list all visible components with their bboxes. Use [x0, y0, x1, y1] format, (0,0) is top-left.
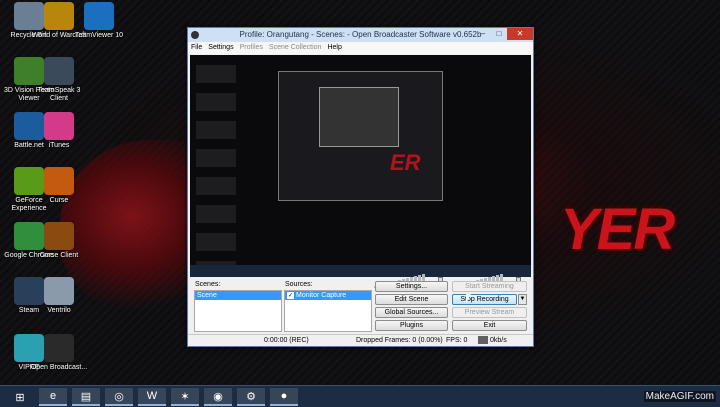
preview-stream-button[interactable]: Preview Stream: [452, 307, 527, 318]
status-bar: 0:00:00 (REC) Dropped Frames: 0 (0.00%) …: [188, 334, 533, 346]
preview-desktop-icons: [196, 65, 236, 265]
desktop: YER Recycle Bin World of Warcraft TeamView…: [0, 0, 720, 385]
steam-icon[interactable]: ◉: [204, 388, 232, 406]
global-sources-button[interactable]: Global Sources...: [375, 307, 448, 318]
desktop-icon-label: TeamViewer 10: [74, 32, 124, 39]
wow-icon[interactable]: W: [138, 388, 166, 406]
menu-scene-collection[interactable]: Scene Collection: [269, 42, 322, 54]
list-item-source[interactable]: ✓ Monitor Capture: [285, 291, 371, 300]
curse-icon: [44, 167, 74, 195]
maximize-icon[interactable]: □: [491, 28, 507, 40]
obs-purple-icon[interactable]: ⚙: [237, 388, 265, 406]
plugins-button[interactable]: Plugins: [375, 320, 448, 331]
window-controls: – □ ✕: [475, 28, 533, 42]
obs-app-icon: [191, 31, 199, 39]
preview-logo: ER: [390, 150, 421, 175]
minimize-icon[interactable]: –: [475, 28, 491, 40]
source-checkbox[interactable]: ✓: [287, 291, 294, 299]
recording-time: 0:00:00 (REC): [264, 337, 309, 344]
window-title: Profile: Orangutang - Scenes: - Open Bro…: [239, 30, 482, 39]
menu-settings[interactable]: Settings: [208, 42, 233, 54]
watermark: MakeAGIF.com: [643, 391, 716, 402]
wallpaper-logo: YER: [560, 197, 675, 262]
bitrate-readout: 0kb/s: [478, 335, 507, 346]
mouse-cursor: [466, 294, 471, 303]
desktop-icon-label: TeamSpeak 3 Client: [37, 87, 81, 102]
list-item-scene[interactable]: Scene: [195, 291, 281, 300]
sources-label: Sources:: [285, 281, 313, 288]
teamviewer-icon: [84, 2, 114, 30]
obs-icon[interactable]: ●: [270, 388, 298, 406]
preview-nested-inner: [319, 87, 399, 147]
desktop-icon[interactable]: Curse: [30, 167, 88, 205]
desktop-icon[interactable]: Curse Client: [30, 222, 88, 260]
desktop-icon-label: Ventrilo: [47, 307, 71, 314]
curse-icon[interactable]: ✶: [171, 388, 199, 406]
edit-scene-button[interactable]: Edit Scene: [375, 294, 448, 305]
teamspeak-icon: [44, 57, 74, 85]
menu-bar: File Settings Profiles Scene Collection …: [188, 42, 533, 54]
title-bar[interactable]: Profile: Orangutang - Scenes: - Open Bro…: [188, 28, 533, 42]
ventrilo-icon: [44, 277, 74, 305]
desktop-icon[interactable]: TeamViewer 10: [70, 2, 128, 40]
desktop-icon-label: Open Broadcast...: [30, 364, 88, 371]
scenes-label: Scenes:: [195, 281, 221, 288]
preview-area: ER: [190, 55, 531, 277]
fps-readout: FPS: 0: [446, 337, 468, 344]
obs-icon: [44, 334, 74, 362]
source-label: Monitor Capture: [296, 292, 347, 299]
desktop-icon[interactable]: Ventrilo: [30, 277, 88, 315]
preview-nested-window: [278, 71, 443, 201]
close-icon[interactable]: ✕: [507, 28, 533, 40]
itunes-icon: [44, 112, 74, 140]
menu-help[interactable]: Help: [327, 42, 341, 54]
taskbar: ⊞ e ▤ ◎ W ✶ ◉ ⚙ ●: [0, 385, 720, 407]
scenes-list[interactable]: Scene: [194, 290, 282, 332]
desktop-icon[interactable]: TeamSpeak 3 Client: [30, 57, 88, 103]
explorer-icon[interactable]: ▤: [72, 388, 100, 406]
menu-profiles[interactable]: Profiles: [240, 42, 263, 54]
settings-button[interactable]: Settings...: [375, 281, 448, 292]
curse-client-icon: [44, 222, 74, 250]
desktop-icon-label: Curse: [49, 197, 69, 204]
exit-button[interactable]: Exit: [452, 320, 527, 331]
sources-list[interactable]: ✓ Monitor Capture: [284, 290, 372, 332]
menu-file[interactable]: File: [191, 42, 202, 54]
desktop-icon[interactable]: Open Broadcast...: [30, 334, 88, 372]
ie-icon[interactable]: e: [39, 388, 67, 406]
stop-recording-button[interactable]: Stop Recording: [452, 294, 517, 305]
start-icon[interactable]: ⊞: [6, 388, 34, 406]
recording-dropdown-arrow[interactable]: ▼: [518, 294, 527, 305]
desktop-icon[interactable]: iTunes: [30, 112, 88, 150]
obs-window[interactable]: Profile: Orangutang - Scenes: - Open Bro…: [187, 27, 534, 347]
desktop-icon-label: iTunes: [48, 142, 70, 149]
chrome-icon[interactable]: ◎: [105, 388, 133, 406]
desktop-icon-label: Curse Client: [39, 252, 79, 259]
bitrate-indicator: [478, 336, 488, 345]
bitrate-value: 0kb/s: [490, 337, 507, 344]
dropped-frames: Dropped Frames: 0 (0.00%): [356, 337, 443, 344]
start-streaming-button[interactable]: Start Streaming: [452, 281, 527, 292]
